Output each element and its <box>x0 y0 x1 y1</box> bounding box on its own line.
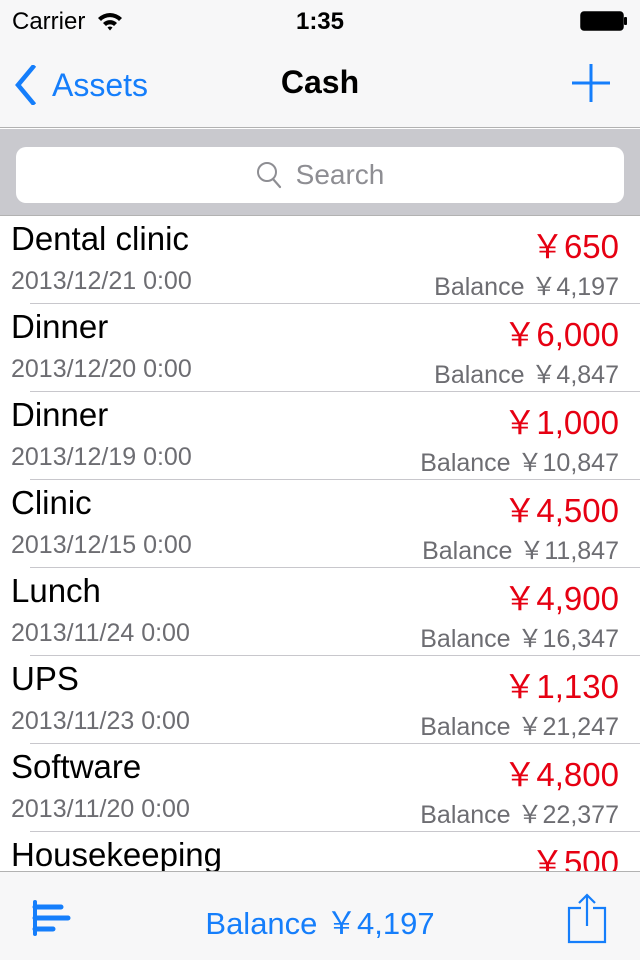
transaction-amount: ￥6,000 <box>503 316 619 353</box>
bar-chart-icon[interactable] <box>28 896 72 940</box>
search-input[interactable]: Search <box>16 147 624 203</box>
back-button-label: Assets <box>52 66 149 103</box>
transaction-row[interactable]: Clinic ￥4,500 2013/12/15 0:00 Balance ￥1… <box>0 480 640 568</box>
transaction-row[interactable]: Dental clinic ￥650 2013/12/21 0:00 Balan… <box>0 216 640 304</box>
transaction-date: 2013/11/20 0:00 <box>11 795 190 823</box>
search-bar: Search <box>0 129 640 216</box>
bottom-toolbar: Balance ￥4,197 <box>0 871 640 960</box>
transaction-title: Lunch <box>11 572 101 609</box>
transaction-amount: ￥1,130 <box>503 668 619 705</box>
transaction-row[interactable]: UPS ￥1,130 2013/11/23 0:00 Balance ￥21,2… <box>0 656 640 744</box>
transaction-date: 2013/11/24 0:00 <box>11 619 190 647</box>
transaction-title: Dinner <box>11 396 109 433</box>
transaction-amount: ￥500 <box>530 844 619 872</box>
transaction-balance: Balance ￥16,347 <box>420 625 619 653</box>
transaction-title: UPS <box>11 660 79 697</box>
battery-full-icon <box>580 11 627 31</box>
transaction-amount: ￥1,000 <box>503 404 619 441</box>
transaction-row[interactable]: Lunch ￥4,900 2013/11/24 0:00 Balance ￥16… <box>0 568 640 656</box>
carrier-label: Carrier <box>12 8 86 35</box>
transaction-title: Dental clinic <box>11 220 189 257</box>
total-balance-label: Balance ￥4,197 <box>205 906 435 941</box>
navigation-header: Carrier 1:35 Assets Cash <box>0 0 640 128</box>
transaction-title: Software <box>11 748 142 785</box>
transaction-balance: Balance ￥4,197 <box>434 273 619 301</box>
wifi-icon <box>98 13 122 31</box>
transaction-balance: Balance ￥10,847 <box>420 449 619 477</box>
transaction-title: Housekeeping <box>11 836 222 872</box>
transaction-row[interactable]: Dinner ￥1,000 2013/12/19 0:00 Balance ￥1… <box>0 392 640 480</box>
transaction-balance: Balance ￥4,847 <box>434 361 619 389</box>
transaction-date: 2013/12/19 0:00 <box>11 443 192 471</box>
transaction-date: 2013/12/21 0:00 <box>11 267 192 295</box>
transaction-amount: ￥4,500 <box>503 492 619 529</box>
transaction-row[interactable]: Dinner ￥6,000 2013/12/20 0:00 Balance ￥4… <box>0 304 640 392</box>
plus-icon[interactable] <box>570 62 612 104</box>
transaction-amount: ￥4,900 <box>503 580 619 617</box>
transaction-balance: Balance ￥11,847 <box>422 537 619 565</box>
transaction-title: Dinner <box>11 308 109 345</box>
transaction-balance: Balance ￥21,247 <box>420 713 619 741</box>
share-icon[interactable] <box>566 892 608 944</box>
back-button[interactable]: Assets <box>14 62 148 108</box>
transaction-list[interactable]: Dental clinic ￥650 2013/12/21 0:00 Balan… <box>0 216 640 872</box>
search-icon <box>256 162 281 189</box>
transaction-row[interactable]: Housekeeping ￥500 <box>0 832 640 872</box>
transaction-balance: Balance ￥22,377 <box>420 801 619 829</box>
transaction-row[interactable]: Software ￥4,800 2013/11/20 0:00 Balance … <box>0 744 640 832</box>
search-placeholder: Search <box>295 159 385 190</box>
transaction-date: 2013/11/23 0:00 <box>11 707 190 735</box>
transaction-date: 2013/12/15 0:00 <box>11 531 192 559</box>
transaction-date: 2013/12/20 0:00 <box>11 355 192 383</box>
transaction-amount: ￥650 <box>530 228 619 265</box>
transaction-amount: ￥4,800 <box>503 756 619 793</box>
transaction-title: Clinic <box>11 484 92 521</box>
chevron-left-icon <box>15 65 36 105</box>
